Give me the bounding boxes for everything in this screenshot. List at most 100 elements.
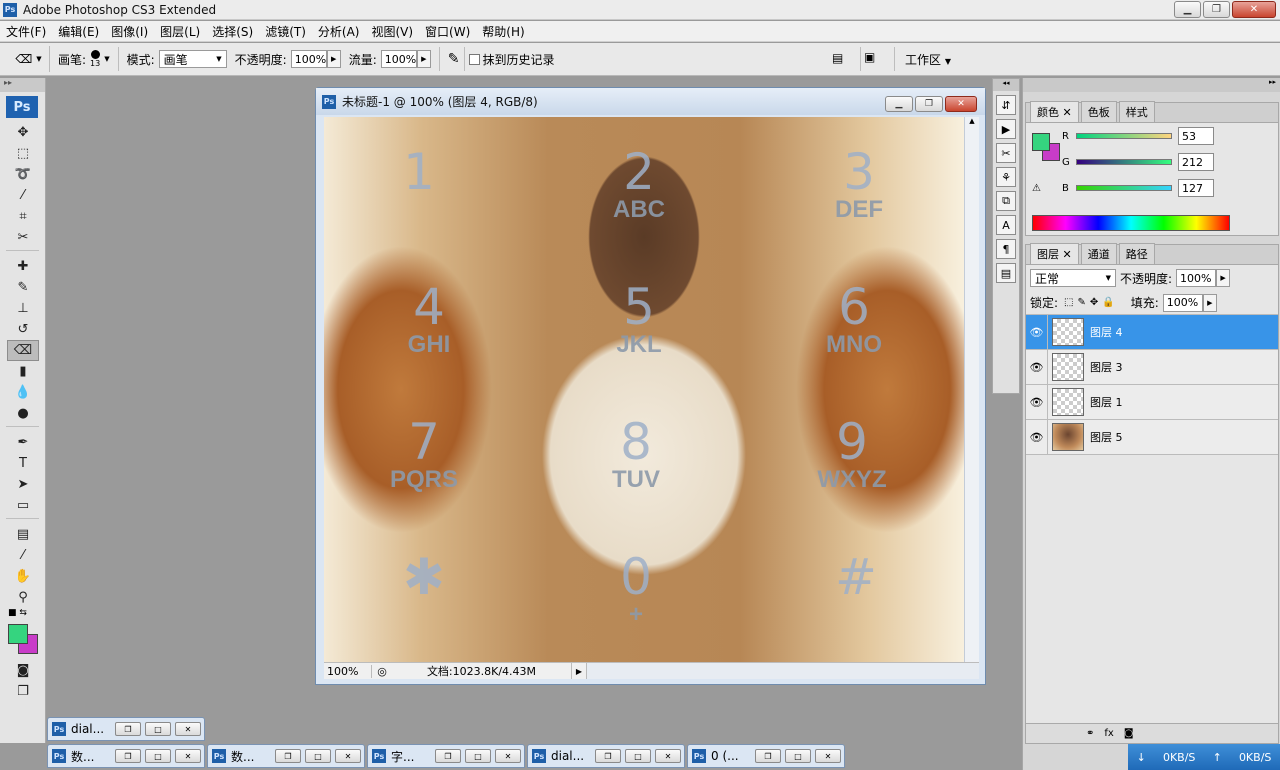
panel-grip-icon[interactable]: ▸▸ [1023,78,1280,92]
notes-tool-icon[interactable]: ▤ [7,524,39,545]
palette-well-icon[interactable]: ▤ [832,51,843,65]
eyedropper-tool-icon[interactable]: ⁄ [7,545,39,566]
erase-to-history-checkbox[interactable] [468,53,480,65]
close-button[interactable]: ✕ [335,749,361,763]
restore-button[interactable]: ❐ [755,749,781,763]
minimized-doc[interactable]: Ps 数... ❐ □ ✕ [207,744,365,768]
close-button[interactable]: ✕ [1232,1,1276,18]
layer-opacity-slider-button[interactable]: ▶ [1216,269,1231,287]
lock-pixels-icon[interactable]: ✎ [1078,297,1086,308]
menu-image[interactable]: 图像(I) [111,23,148,40]
zoom-tool-icon[interactable]: ⚲ [7,587,39,608]
green-slider[interactable] [1076,159,1172,165]
gradient-tool-icon[interactable]: ▮ [7,361,39,382]
blur-tool-icon[interactable]: 💧 [7,382,39,403]
scroll-up-icon[interactable]: ▲ [965,117,979,125]
doc-restore-button[interactable]: ❐ [915,96,943,112]
crop-tool-icon[interactable]: ⌗ [7,206,39,227]
tab-channels[interactable]: 通道 [1080,243,1117,264]
menu-select[interactable]: 选择(S) [212,23,253,40]
minimized-doc[interactable]: Ps 0 (... ❐ □ ✕ [687,744,845,768]
doc-close-button[interactable]: ✕ [945,96,977,112]
visibility-eye-icon[interactable]: 👁 [1026,314,1048,350]
status-arrow-icon[interactable]: ▶ [572,667,586,676]
airbrush-icon[interactable]: ✎ [448,51,460,67]
clone-source-icon[interactable]: ⧉ [996,191,1016,211]
canvas[interactable]: 1 2 ABC 3 DEF 4 GHI 5 JKL 6 MNO 7 PQRS 8 [324,117,964,662]
flow-slider-button[interactable]: ▶ [416,50,431,68]
close-button[interactable]: ✕ [495,749,521,763]
close-button[interactable]: ✕ [175,722,201,736]
layer-mask-icon[interactable]: ◙ [1124,728,1134,739]
color-panel-foreground[interactable] [1032,133,1050,151]
layer-row[interactable]: 👁 图层 1 [1026,384,1278,420]
dock-grip-icon[interactable]: ◂◂ [993,79,1019,91]
color-spectrum[interactable] [1032,215,1230,231]
tab-styles[interactable]: 样式 [1118,101,1155,122]
blue-value-input[interactable]: 127 [1178,179,1214,197]
minimized-doc[interactable]: Ps 字... ❐ □ ✕ [367,744,525,768]
menu-edit[interactable]: 编辑(E) [58,23,99,40]
tool-preset-picker[interactable]: ⌫ ▼ [8,46,50,72]
mode-select[interactable]: 画笔 ▼ [158,50,227,68]
menu-layer[interactable]: 图层(L) [160,23,200,40]
zoom-level[interactable]: 100% [324,664,372,678]
tool-presets-icon[interactable]: ✂ [996,143,1016,163]
paragraph-icon[interactable]: ¶ [996,239,1016,259]
character-icon[interactable]: A [996,215,1016,235]
red-slider[interactable] [1076,133,1172,139]
move-tool-icon[interactable]: ✥ [7,122,39,143]
opacity-input[interactable]: 100% [290,50,327,68]
healing-brush-tool-icon[interactable]: ✚ [7,256,39,277]
pen-tool-icon[interactable]: ✒ [7,432,39,453]
visibility-eye-icon[interactable]: 👁 [1026,384,1048,420]
workspace-menu[interactable]: 工作区 ▼ [905,51,951,68]
close-button[interactable]: ✕ [655,749,681,763]
slice-tool-icon[interactable]: ✂ [7,227,39,248]
navigator-icon[interactable]: ⇵ [996,95,1016,115]
minimized-doc[interactable]: Ps dial... ❐ □ ✕ [47,717,205,741]
maximize-button[interactable]: □ [625,749,651,763]
status-menu-icon[interactable]: ◎ [372,665,392,678]
layer-style-icon[interactable]: fx [1104,728,1113,739]
brushes-icon[interactable]: ⚘ [996,167,1016,187]
menu-help[interactable]: 帮助(H) [482,23,524,40]
magic-wand-tool-icon[interactable]: ⁄ [7,185,39,206]
brush-dropdown-icon[interactable]: ▼ [104,55,109,63]
tab-paths[interactable]: 路径 [1118,243,1155,264]
type-tool-icon[interactable]: T [7,453,39,474]
layer-row[interactable]: 👁 图层 3 [1026,349,1278,385]
blue-slider[interactable] [1076,185,1172,191]
eraser-tool-icon[interactable]: ⌫ [7,340,39,361]
close-button[interactable]: ✕ [815,749,841,763]
lock-transparency-icon[interactable]: ⬚ [1064,297,1073,308]
swap-colors-icon[interactable]: ■ ⇆ [8,608,45,618]
gamut-warning-icon[interactable]: ⚠ [1032,183,1041,194]
link-layers-icon[interactable]: ⚭ [1086,728,1094,739]
visibility-eye-icon[interactable]: 👁 [1026,349,1048,385]
maximize-button[interactable]: □ [145,749,171,763]
layer-row[interactable]: 👁 图层 4 [1026,314,1278,350]
restore-button[interactable]: ❐ [115,722,141,736]
maximize-button[interactable]: □ [465,749,491,763]
vertical-scrollbar[interactable]: ▲ [964,117,979,662]
restore-button[interactable]: ❐ [275,749,301,763]
layer-row[interactable]: 👁 图层 5 [1026,419,1278,455]
foreground-color-swatch[interactable] [8,624,28,644]
minimized-doc[interactable]: Ps 数... ❐ □ ✕ [47,744,205,768]
tab-layers[interactable]: 图层 ✕ [1030,243,1079,264]
close-button[interactable]: ✕ [175,749,201,763]
maximize-button[interactable]: □ [305,749,331,763]
ps-logo[interactable]: Ps [6,96,38,118]
brush-picker[interactable]: 13 [90,50,100,68]
history-brush-tool-icon[interactable]: ↺ [7,319,39,340]
shape-tool-icon[interactable]: ▭ [7,495,39,516]
flow-input[interactable]: 100% [380,50,417,68]
maximize-button[interactable]: □ [145,722,171,736]
dodge-tool-icon[interactable]: ● [7,403,39,424]
red-value-input[interactable]: 53 [1178,127,1214,145]
visibility-eye-icon[interactable]: 👁 [1026,419,1048,455]
doc-minimize-button[interactable]: ▁ [885,96,913,112]
lasso-tool-icon[interactable]: ➰ [7,164,39,185]
hand-tool-icon[interactable]: ✋ [7,566,39,587]
